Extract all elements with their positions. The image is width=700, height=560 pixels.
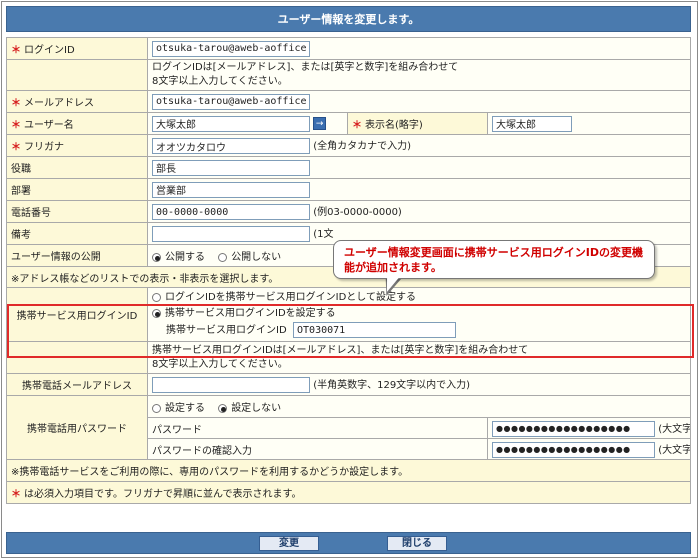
required-mark: ＊ bbox=[11, 120, 21, 131]
row-mobile-email: 携帯電話メールアドレス (半角英数字、129文字以内で入力) bbox=[6, 373, 691, 396]
login-id-label: ログインID bbox=[24, 45, 75, 56]
password-unset-option[interactable]: 設定しない bbox=[218, 399, 281, 414]
row-footer-note: ＊は必須入力項目です。フリガナで昇順に並んで表示されます。 bbox=[6, 481, 691, 504]
remarks-label: 備考 bbox=[6, 222, 148, 245]
row-job-title: 役職 bbox=[6, 156, 691, 179]
username-label: ユーザー名 bbox=[24, 120, 74, 131]
display-name-input[interactable] bbox=[492, 115, 572, 132]
row-login-id-note: ログインIDは[メールアドレス]、または[英字と数字]を組み合わせて 8文字以上… bbox=[6, 59, 691, 91]
furigana-input[interactable] bbox=[152, 138, 310, 154]
phone-input[interactable] bbox=[152, 204, 310, 220]
department-input[interactable] bbox=[152, 181, 310, 198]
copy-to-display-name-arrow-icon[interactable]: → bbox=[313, 117, 327, 130]
publish-label: ユーザー情報の公開 bbox=[6, 244, 148, 267]
row-mobile-login-id: 携帯サービス用ログインID ログインIDを携帯サービス用ログインIDとして設定す… bbox=[6, 287, 691, 342]
row-mobile-login-note: 携帯サービス用ログインIDは[メールアドレス]、または[英字と数字]を組み合わせ… bbox=[6, 341, 691, 374]
row-mobile-note: ※携帯電話サービスをご利用の際に、専用のパスワードを利用するかどうか設定します。 bbox=[6, 459, 691, 482]
radio-unchecked-icon[interactable] bbox=[152, 403, 161, 413]
job-title-label: 役職 bbox=[6, 156, 148, 179]
mobile-login-id-label: 携帯サービス用ログインID bbox=[6, 287, 148, 342]
publish-on-option[interactable]: 公開する bbox=[152, 248, 205, 263]
publish-off-option[interactable]: 公開しない bbox=[218, 248, 281, 263]
password-confirm-input[interactable]: ●●●●●●●●●●●●●●●●●● bbox=[492, 441, 655, 458]
required-mark: ＊ bbox=[11, 98, 21, 109]
mobile-email-hint: (半角英数字、129文字以内で入力) bbox=[313, 380, 471, 391]
display-name-label: 表示名(略字) bbox=[365, 120, 423, 131]
row-login-id: ＊ログインID bbox=[6, 37, 691, 60]
row-phone: 電話番号 (例03-0000-0000) bbox=[6, 200, 691, 223]
password-set-option[interactable]: 設定する bbox=[152, 399, 205, 414]
row-username: ＊ユーザー名 → ＊表示名(略字) bbox=[6, 112, 691, 135]
row-email: ＊メールアドレス bbox=[6, 90, 691, 113]
mobile-login-note-2: 8文字以上入力してください。 bbox=[152, 358, 288, 370]
callout-annotation: ユーザー情報変更画面に携帯サービス用ログインIDの変更機能が追加されます。 bbox=[333, 240, 655, 279]
login-id-note-1: ログインIDは[メールアドレス]、または[英字と数字]を組み合わせて bbox=[152, 62, 459, 73]
department-label: 部署 bbox=[6, 178, 148, 201]
mobile-login-id-input[interactable] bbox=[293, 322, 457, 338]
password-input[interactable]: ●●●●●●●●●●●●●●●●●● bbox=[492, 420, 655, 437]
radio-unchecked-icon[interactable] bbox=[218, 252, 228, 262]
password-field-label: パスワード bbox=[147, 417, 488, 439]
job-title-input[interactable] bbox=[152, 159, 310, 176]
change-button[interactable]: 変更 bbox=[259, 536, 319, 551]
email-input[interactable] bbox=[152, 93, 310, 110]
row-department: 部署 bbox=[6, 178, 691, 201]
row-mobile-password-toggle: 携帯電話用パスワード 設定する 設定しない bbox=[6, 395, 691, 460]
phone-label: 電話番号 bbox=[6, 200, 148, 223]
password-confirm-hint: (大文字と小文字は区別されません) bbox=[658, 444, 691, 456]
furigana-hint: (全角カタカナで入力) bbox=[313, 141, 411, 152]
email-label: メールアドレス bbox=[24, 98, 94, 109]
password-hint: (大文字と小文字は区別されません) bbox=[658, 423, 691, 435]
mobile-password-note: ※携帯電話サービスをご利用の際に、専用のパスワードを利用するかどうか設定します。 bbox=[6, 459, 691, 482]
radio-checked-icon[interactable] bbox=[152, 252, 161, 262]
button-bar: 変更 閉じる bbox=[6, 532, 691, 554]
mobile-email-input[interactable] bbox=[152, 377, 310, 393]
radio-checked-icon[interactable] bbox=[152, 308, 161, 318]
phone-hint: (例03-0000-0000) bbox=[313, 207, 402, 218]
remarks-hint: (1文 bbox=[313, 229, 334, 240]
mobile-login-id-sub-label: 携帯サービス用ログインID bbox=[166, 325, 287, 336]
page-title: ユーザー情報を変更します。 bbox=[6, 6, 691, 32]
required-mark: ＊ bbox=[11, 489, 21, 500]
mobile-email-label: 携帯電話メールアドレス bbox=[6, 373, 148, 396]
radio-unchecked-icon[interactable] bbox=[152, 292, 161, 302]
close-button[interactable]: 閉じる bbox=[387, 536, 447, 551]
login-id-note-2: 8文字以上入力してください。 bbox=[152, 76, 288, 87]
required-mark: ＊ bbox=[11, 142, 21, 153]
mobile-login-note-1: 携帯サービス用ログインIDは[メールアドレス]、または[英字と数字]を組み合わせ… bbox=[152, 344, 529, 356]
footer-note: は必須入力項目です。フリガナで昇順に並んで表示されます。 bbox=[24, 489, 302, 500]
required-mark: ＊ bbox=[11, 45, 21, 56]
username-input[interactable] bbox=[152, 115, 310, 132]
radio-checked-icon[interactable] bbox=[218, 403, 228, 413]
password-confirm-label: パスワードの確認入力 bbox=[147, 438, 488, 460]
mobile-password-label: 携帯電話用パスワード bbox=[6, 395, 148, 460]
mobile-login-option-use-login[interactable]: ログインIDを携帯サービス用ログインIDとして設定する bbox=[152, 290, 686, 306]
login-id-input[interactable] bbox=[152, 40, 310, 57]
row-furigana: ＊フリガナ (全角カタカナで入力) bbox=[6, 134, 691, 157]
remarks-input[interactable] bbox=[152, 226, 310, 242]
required-mark: ＊ bbox=[352, 120, 362, 131]
furigana-label: フリガナ bbox=[24, 142, 64, 153]
mobile-login-option-custom[interactable]: 携帯サービス用ログインIDを設定する bbox=[152, 306, 686, 322]
